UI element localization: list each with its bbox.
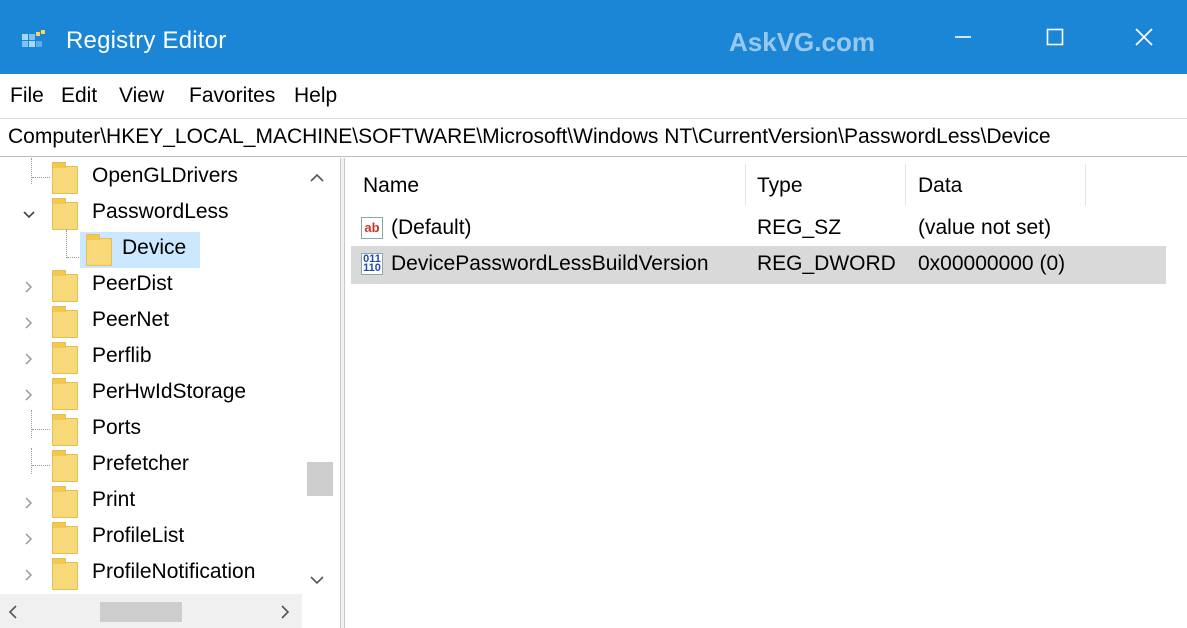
tree-item-ports[interactable]: Ports <box>0 412 300 448</box>
address-path[interactable]: Computer\HKEY_LOCAL_MACHINE\SOFTWARE\Mic… <box>8 125 1051 149</box>
column-divider[interactable] <box>745 164 746 206</box>
value-name: (Default) <box>391 216 472 239</box>
scroll-thumb[interactable] <box>307 462 333 496</box>
key-tree: OpenGLDrivers PasswordLess Device PeerDi… <box>0 158 340 628</box>
tree-item-device[interactable]: Device <box>0 232 300 268</box>
scroll-down-icon[interactable] <box>309 572 325 590</box>
tree-item-prefetcher[interactable]: Prefetcher <box>0 448 300 484</box>
chevron-down-icon[interactable] <box>18 204 40 226</box>
tree-item-label: OpenGLDrivers <box>92 164 238 187</box>
chevron-right-icon[interactable] <box>18 564 40 586</box>
tree-item-profilelist[interactable]: ProfileList <box>0 520 300 556</box>
list-row[interactable]: 011 110 DevicePasswordLessBuildVersion R… <box>351 246 1166 284</box>
close-icon <box>1135 28 1153 46</box>
value-data: (value not set) <box>918 216 1052 239</box>
folder-icon <box>52 450 78 482</box>
folder-icon <box>52 558 78 590</box>
value-name: DevicePasswordLessBuildVersion <box>391 252 709 275</box>
folder-icon <box>52 378 78 410</box>
value-data: 0x00000000 (0) <box>918 252 1066 275</box>
tree-horizontal-scrollbar[interactable] <box>0 594 302 628</box>
folder-icon <box>52 486 78 518</box>
address-bar[interactable]: Computer\HKEY_LOCAL_MACHINE\SOFTWARE\Mic… <box>0 118 1187 157</box>
scroll-left-icon[interactable] <box>8 604 18 625</box>
tree-item-perhwidstorage[interactable]: PerHwIdStorage <box>0 376 300 412</box>
tree-item-label: PeerNet <box>92 308 170 331</box>
list-header: Name Type Data <box>345 158 1187 210</box>
folder-icon <box>86 234 112 266</box>
menu-view[interactable]: View <box>119 84 164 108</box>
maximize-button[interactable] <box>1009 0 1101 74</box>
tree-item-label: PeerDist <box>92 272 173 295</box>
menu-file[interactable]: File <box>10 84 44 108</box>
title-bar[interactable]: Registry Editor AskVG.com <box>0 0 1187 74</box>
value-type: REG_DWORD <box>757 252 896 275</box>
registry-app-icon <box>22 30 48 52</box>
tree-item-label: PasswordLess <box>92 200 229 223</box>
tree-item-passwordless[interactable]: PasswordLess <box>0 196 300 232</box>
chevron-right-icon[interactable] <box>18 276 40 298</box>
menu-edit[interactable]: Edit <box>61 84 97 108</box>
chevron-right-icon[interactable] <box>18 384 40 406</box>
scroll-thumb[interactable] <box>100 602 182 622</box>
scroll-up-icon[interactable] <box>309 170 325 188</box>
minimize-icon <box>955 36 971 38</box>
window-title: Registry Editor <box>66 27 227 54</box>
scroll-right-icon[interactable] <box>280 604 290 625</box>
column-divider[interactable] <box>905 164 906 206</box>
folder-icon <box>52 198 78 230</box>
column-header-data[interactable]: Data <box>918 174 962 198</box>
menu-help[interactable]: Help <box>294 84 337 108</box>
menu-bar: File Edit View Favorites Help <box>0 74 1187 118</box>
list-row[interactable]: ab (Default) REG_SZ (value not set) <box>351 210 1166 248</box>
column-header-name[interactable]: Name <box>363 174 419 198</box>
chevron-right-icon[interactable] <box>18 312 40 334</box>
values-list: Name Type Data ab (Default) REG_SZ (valu… <box>345 158 1187 628</box>
column-header-type[interactable]: Type <box>757 174 803 198</box>
tree-item-perflib[interactable]: Perflib <box>0 340 300 376</box>
tree-item-label: Device <box>122 236 187 259</box>
tree-item-print[interactable]: Print <box>0 484 300 520</box>
string-value-icon: ab <box>361 217 383 239</box>
value-type: REG_SZ <box>757 216 842 239</box>
folder-icon <box>52 342 78 374</box>
binary-value-icon: 011 110 <box>361 253 383 275</box>
chevron-right-icon[interactable] <box>18 528 40 550</box>
folder-icon <box>52 414 78 446</box>
maximize-icon <box>1046 28 1064 46</box>
tree-item-peernet[interactable]: PeerNet <box>0 304 300 340</box>
menu-favorites[interactable]: Favorites <box>189 84 275 108</box>
tree-item-label: Print <box>92 488 136 511</box>
tree-item-label: Ports <box>92 416 142 439</box>
tree-item-label: PerHwIdStorage <box>92 380 247 403</box>
tree-item-label: ProfileList <box>92 524 185 547</box>
close-button[interactable] <box>1101 0 1187 74</box>
folder-icon <box>52 522 78 554</box>
tree-item-opengldrivers[interactable]: OpenGLDrivers <box>0 160 300 196</box>
column-divider[interactable] <box>1085 164 1086 206</box>
minimize-button[interactable] <box>917 0 1009 74</box>
folder-icon <box>52 306 78 338</box>
tree-item-label: Prefetcher <box>92 452 189 475</box>
chevron-right-icon[interactable] <box>18 492 40 514</box>
tree-item-profilenotification[interactable]: ProfileNotification <box>0 556 300 592</box>
folder-icon <box>52 162 78 194</box>
tree-vertical-scrollbar[interactable] <box>302 158 334 592</box>
folder-icon <box>52 270 78 302</box>
tree-item-peerdist[interactable]: PeerDist <box>0 268 300 304</box>
chevron-right-icon[interactable] <box>18 348 40 370</box>
tree-item-label: ProfileNotification <box>92 560 256 583</box>
watermark-text: AskVG.com <box>729 27 875 57</box>
tree-item-label: Perflib <box>92 344 152 367</box>
